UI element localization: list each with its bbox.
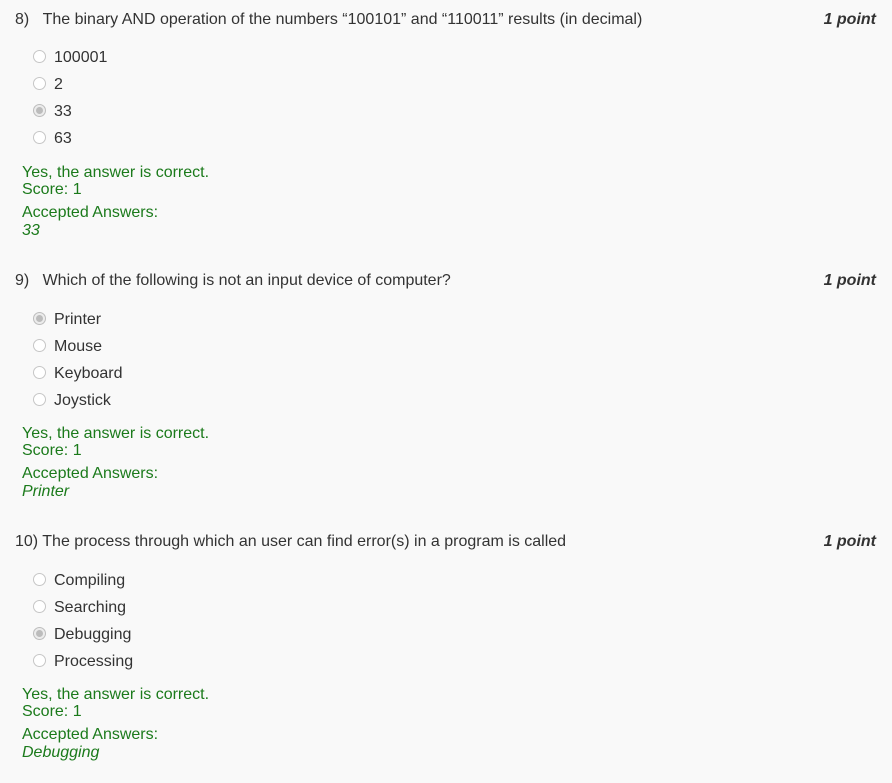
- option-label: 2: [54, 76, 63, 93]
- question-prompt: The process through which an user can fi…: [42, 533, 567, 550]
- score-text: Score: 1: [22, 703, 82, 720]
- option-label: Debugging: [54, 626, 132, 643]
- accepted-answers-label: Accepted Answers:: [22, 726, 159, 743]
- question-text: 8) The binary AND operation of the numbe…: [15, 10, 642, 30]
- question-header: 8) The binary AND operation of the numbe…: [0, 10, 892, 34]
- radio-button[interactable]: [33, 77, 46, 90]
- question-10: 10) The process through which an user ca…: [0, 532, 892, 761]
- question-number: 10): [15, 533, 39, 550]
- radio-button[interactable]: [33, 393, 46, 406]
- option-label: Printer: [54, 311, 102, 328]
- question-text: 10) The process through which an user ca…: [15, 532, 566, 552]
- radio-button[interactable]: [33, 50, 46, 63]
- option-label: Joystick: [54, 392, 111, 409]
- question-text: 9) Which of the following is not an inpu…: [15, 271, 451, 291]
- question-points: 1 point: [823, 533, 876, 550]
- radio-button[interactable]: [33, 600, 46, 613]
- score-text: Score: 1: [22, 181, 82, 198]
- radio-button[interactable]: [33, 339, 46, 352]
- answer-feedback: Yes, the answer is correct. Score: 1 Acc…: [22, 425, 209, 502]
- option-label: Searching: [54, 599, 127, 616]
- option-label: Mouse: [54, 338, 103, 355]
- option-label: 33: [54, 103, 72, 120]
- option-label: 100001: [54, 49, 108, 66]
- accepted-answer-value: 33: [22, 222, 40, 239]
- accepted-answer-value: Debugging: [22, 744, 100, 761]
- question-header: 9) Which of the following is not an inpu…: [0, 271, 892, 295]
- feedback-message: Yes, the answer is correct.: [22, 686, 210, 703]
- radio-button-selected[interactable]: [33, 627, 46, 640]
- radio-button[interactable]: [33, 654, 46, 667]
- accepted-answers-label: Accepted Answers:: [22, 465, 159, 482]
- option-label: Compiling: [54, 572, 126, 589]
- feedback-message: Yes, the answer is correct.: [22, 164, 210, 181]
- radio-button[interactable]: [33, 366, 46, 379]
- feedback-message: Yes, the answer is correct.: [22, 425, 210, 442]
- question-prompt: Which of the following is not an input d…: [42, 272, 451, 289]
- question-number: 9): [15, 272, 30, 289]
- score-text: Score: 1: [22, 442, 82, 459]
- radio-button[interactable]: [33, 573, 46, 586]
- accepted-answer-value: Printer: [22, 483, 70, 500]
- accepted-answers-label: Accepted Answers:: [22, 204, 159, 221]
- question-number: 8): [15, 11, 30, 28]
- question-9: 9) Which of the following is not an inpu…: [0, 271, 892, 500]
- question-prompt: The binary AND operation of the numbers …: [42, 11, 643, 28]
- answer-feedback: Yes, the answer is correct. Score: 1 Acc…: [22, 164, 209, 241]
- radio-button-selected[interactable]: [33, 104, 46, 117]
- answer-feedback: Yes, the answer is correct. Score: 1 Acc…: [22, 686, 209, 763]
- radio-button[interactable]: [33, 131, 46, 144]
- question-8: 8) The binary AND operation of the numbe…: [0, 10, 892, 239]
- radio-button-selected[interactable]: [33, 312, 46, 325]
- question-points: 1 point: [823, 11, 876, 28]
- option-label: Keyboard: [54, 365, 123, 382]
- question-points: 1 point: [823, 272, 876, 289]
- question-header: 10) The process through which an user ca…: [0, 532, 892, 556]
- option-label: 63: [54, 130, 72, 147]
- option-label: Processing: [54, 653, 134, 670]
